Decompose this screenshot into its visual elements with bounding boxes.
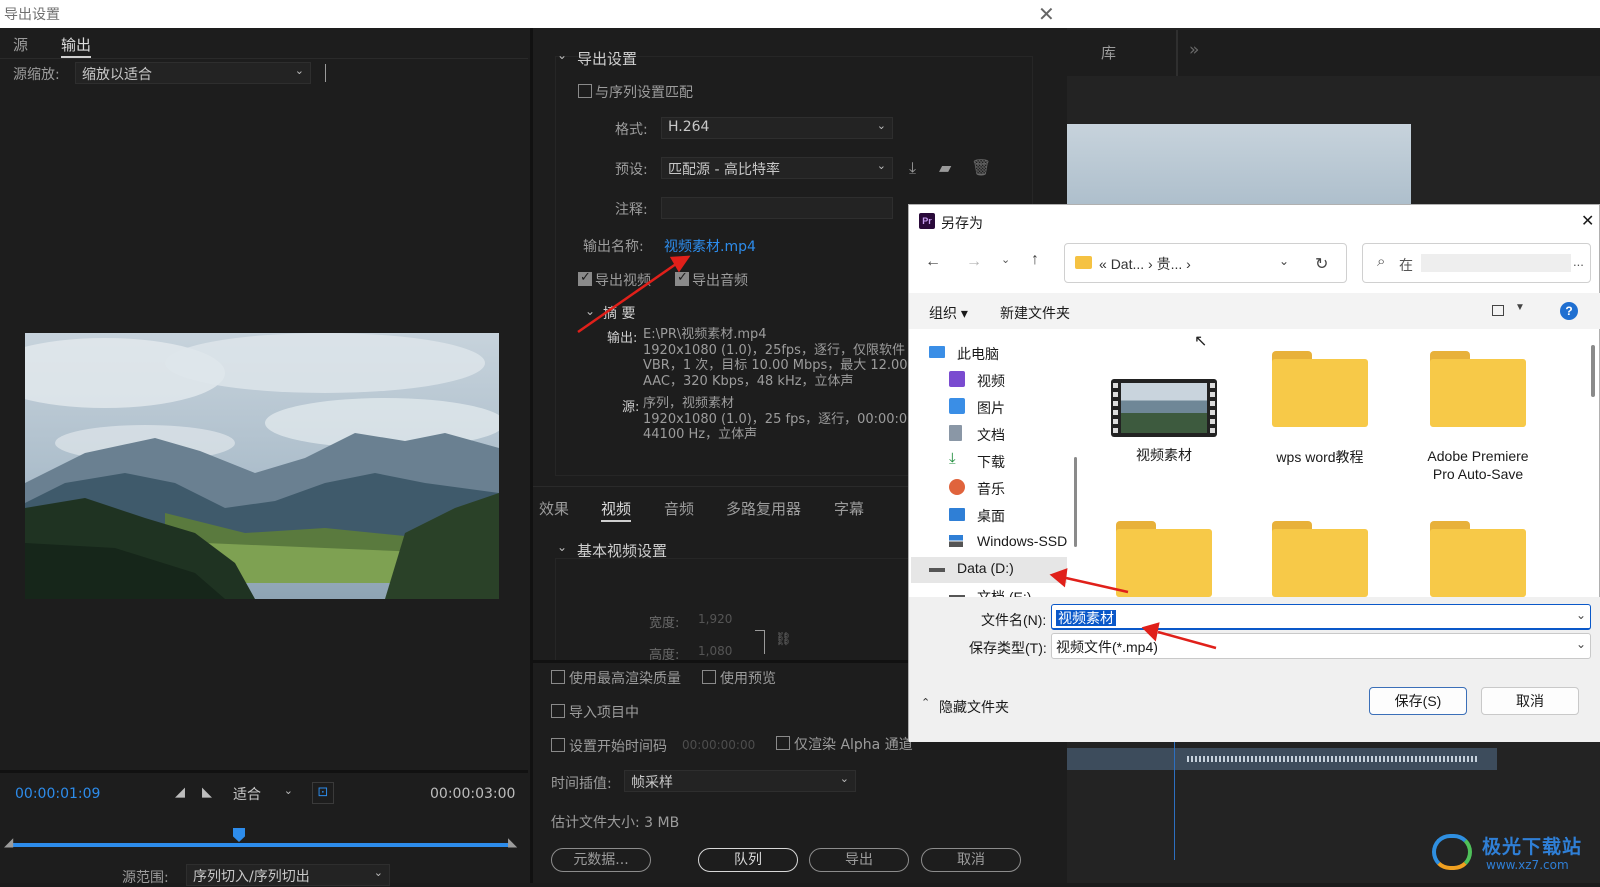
annotation-arrow <box>577 262 677 334</box>
watermark-brand: 极光下载站 <box>1482 836 1583 858</box>
annotation-arrows <box>577 255 1217 650</box>
annotation-arrow-head <box>669 255 691 273</box>
watermark: 极光下载站 www.xz7.com <box>1430 828 1596 878</box>
annotation-arrow-head <box>1141 622 1160 642</box>
annotation-arrow <box>1065 576 1129 594</box>
annotation-arrow <box>1157 630 1217 650</box>
watermark-url: www.xz7.com <box>1486 858 1569 872</box>
annotation-arrow-head <box>1049 568 1068 588</box>
watermark-logo-icon <box>1432 834 1472 870</box>
